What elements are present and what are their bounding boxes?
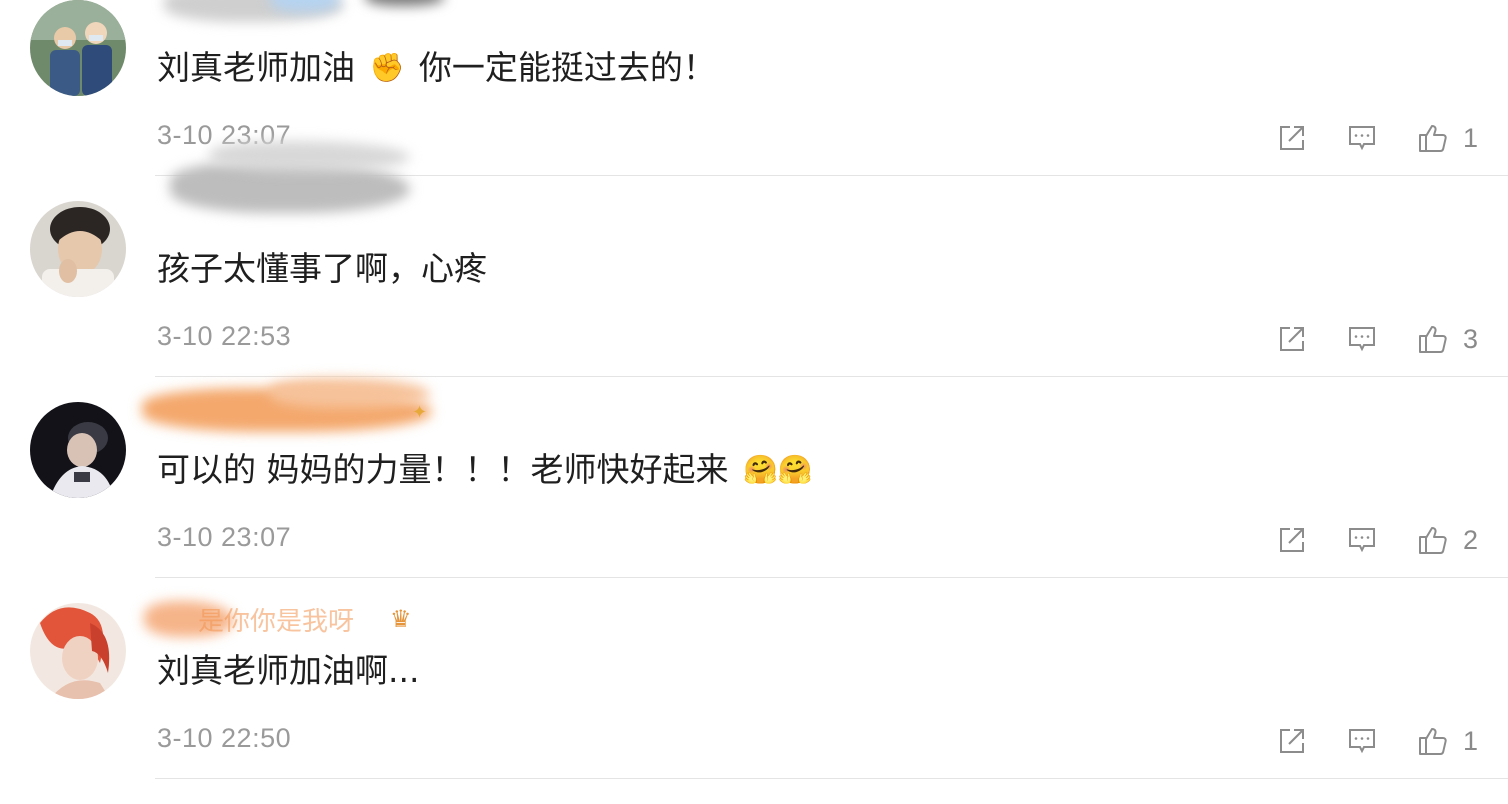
hug-emoji: 🤗🤗 (743, 453, 813, 486)
share-icon (1279, 729, 1304, 753)
like-count: 1 (1462, 725, 1478, 756)
like-button[interactable]: 2 (1417, 524, 1478, 556)
comment-icon (1348, 528, 1375, 553)
share-button[interactable] (1277, 525, 1307, 555)
like-count: 2 (1462, 524, 1478, 555)
share-icon (1279, 327, 1304, 351)
like-button[interactable]: 3 (1417, 323, 1478, 355)
share-button[interactable] (1277, 324, 1307, 354)
comment-text-tail: 你一定能挺过去的！ (418, 48, 716, 87)
comment-actions: 3 (1237, 319, 1478, 359)
like-icon (1418, 125, 1447, 152)
username[interactable]: 是你你是我呀 ♛ (144, 595, 450, 643)
comment-text-main: 可以的 妈妈的力量！！！老师快好起来 (157, 450, 729, 489)
comment-item: ✦ 可以的 妈妈的力量！！！老师快好起来 🤗🤗 3-10 23:07 2 (0, 378, 1508, 603)
timestamp: 3-10 22:50 (157, 723, 292, 753)
username-redacted[interactable]: ✦ (142, 378, 450, 432)
vip-badge-icon: ✦ (412, 402, 428, 423)
emoji: ✊ (369, 51, 405, 84)
comment-actions: 2 (1237, 520, 1478, 560)
timestamp: 3-10 22:53 (157, 321, 292, 351)
comment-icon (1348, 729, 1375, 754)
share-button[interactable] (1277, 726, 1307, 756)
like-icon (1418, 326, 1447, 353)
divider (155, 577, 1508, 578)
reply-button[interactable] (1347, 325, 1377, 353)
divider (155, 778, 1508, 779)
comment-item: 是你你是我呀 ♛ 刘真老师加油啊... 3-10 22:50 1 (0, 601, 1508, 804)
like-button[interactable]: 1 (1417, 122, 1478, 154)
username-redacted[interactable] (150, 0, 450, 34)
divider (155, 376, 1508, 377)
like-count: 3 (1462, 323, 1478, 354)
avatar[interactable] (30, 0, 126, 96)
username-text: 是你你是我呀 (198, 607, 355, 637)
comment-text: 可以的 妈妈的力量！！！老师快好起来 🤗🤗 (157, 448, 817, 492)
crown-badge-icon: ♛ (390, 605, 412, 633)
timestamp: 3-10 23:07 (157, 522, 292, 552)
comment-item: 孩子太懂事了啊，心疼 3-10 22:53 3 (0, 141, 1508, 402)
comment-text-main: 孩子太懂事了啊，心疼 (157, 249, 487, 288)
comment-actions: 1 (1237, 118, 1478, 158)
comment-text: 刘真老师加油啊... (157, 649, 419, 693)
like-icon (1418, 728, 1447, 755)
comment-text: 孩子太懂事了啊，心疼 (157, 247, 487, 291)
share-icon (1279, 126, 1304, 150)
comment-text-main: 刘真老师加油 (157, 48, 355, 87)
username-redacted[interactable] (150, 141, 450, 213)
reply-button[interactable] (1347, 124, 1377, 152)
comment-text: 刘真老师加油 ✊ 你一定能挺过去的！ (157, 46, 716, 90)
reply-button[interactable] (1347, 727, 1377, 755)
comment-icon (1348, 126, 1375, 151)
like-count: 1 (1462, 122, 1478, 153)
like-icon (1418, 527, 1447, 554)
comment-icon (1348, 327, 1375, 352)
comment-actions: 1 (1237, 721, 1478, 761)
share-icon (1279, 528, 1304, 552)
reply-button[interactable] (1347, 526, 1377, 554)
share-button[interactable] (1277, 123, 1307, 153)
avatar[interactable] (30, 201, 126, 297)
comment-text-main: 刘真老师加油啊... (157, 651, 420, 690)
avatar[interactable] (30, 402, 126, 498)
like-button[interactable]: 1 (1417, 725, 1478, 757)
avatar[interactable] (30, 603, 126, 699)
